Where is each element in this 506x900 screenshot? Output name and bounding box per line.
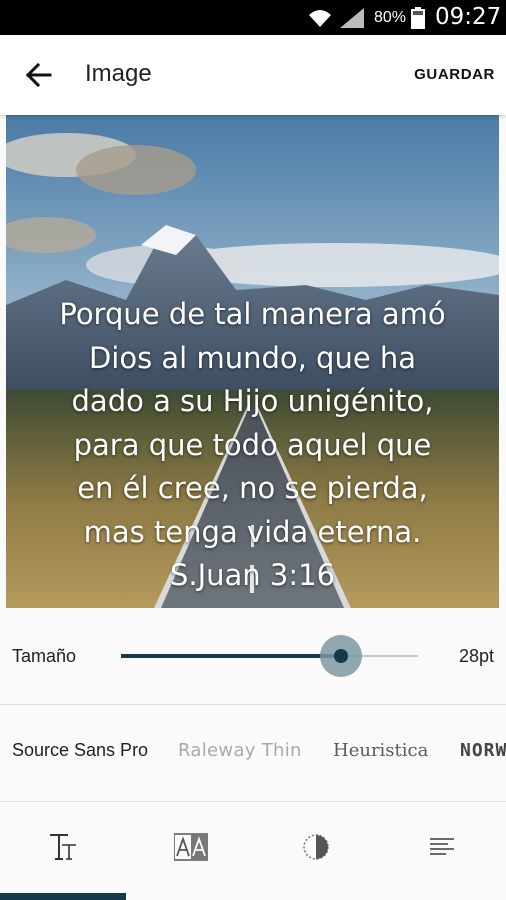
page-title: Image xyxy=(85,60,152,87)
battery-percent: 80% xyxy=(374,9,407,26)
verse-reference: S.Juan 3:16 xyxy=(169,558,336,592)
size-slider-fill xyxy=(121,654,341,658)
save-button[interactable]: GUARDAR xyxy=(414,66,495,83)
font-option[interactable]: Heuristica xyxy=(333,740,428,761)
size-control: Tamaño 28pt xyxy=(0,608,506,705)
tab-align[interactable] xyxy=(379,802,505,894)
verse-line: para que todo aquel que xyxy=(73,427,432,462)
font-option[interactable]: Raleway Thin xyxy=(178,740,302,761)
size-label: Tamaño xyxy=(12,646,77,666)
signal-icon xyxy=(340,8,364,28)
contrast-icon xyxy=(303,834,329,860)
verse-line: Dios al mundo, que ha xyxy=(88,340,417,375)
size-value: 28pt xyxy=(458,646,494,666)
text-size-icon xyxy=(50,834,76,860)
verse-line: en él cree, no se pierda, xyxy=(77,471,428,505)
tab-font[interactable] xyxy=(126,802,252,894)
arrow-left-icon[interactable] xyxy=(24,61,52,89)
tool-tabs xyxy=(0,802,506,900)
active-tab-indicator xyxy=(0,893,126,900)
image-preview[interactable]: Porque de tal manera amó Dios al mundo, … xyxy=(6,115,499,608)
verse-line: dado a su Hijo unigénito, xyxy=(71,384,434,418)
font-picker: Source Sans Pro Raleway Thin Heuristica … xyxy=(0,705,506,802)
tab-contrast[interactable] xyxy=(253,802,379,894)
align-icon xyxy=(430,838,454,855)
wifi-icon xyxy=(309,10,331,27)
size-slider[interactable] xyxy=(121,635,418,677)
font-option[interactable]: NORW xyxy=(460,740,506,761)
font-option[interactable]: Source Sans Pro xyxy=(12,740,148,761)
size-slider-thumb[interactable] xyxy=(334,649,348,663)
status-bar: 80% 09:27 xyxy=(0,0,506,35)
verse-line: Porque de tal manera amó xyxy=(59,297,446,331)
tab-text-size[interactable] xyxy=(0,802,126,894)
app-bar: Image GUARDAR xyxy=(0,35,506,115)
clock: 09:27 xyxy=(435,4,502,30)
battery-icon xyxy=(411,7,425,29)
verse-line: mas tenga vida eterna. xyxy=(83,514,422,549)
font-icon xyxy=(174,833,208,861)
verse-text[interactable]: Porque de tal manera amó Dios al mundo, … xyxy=(6,293,499,598)
